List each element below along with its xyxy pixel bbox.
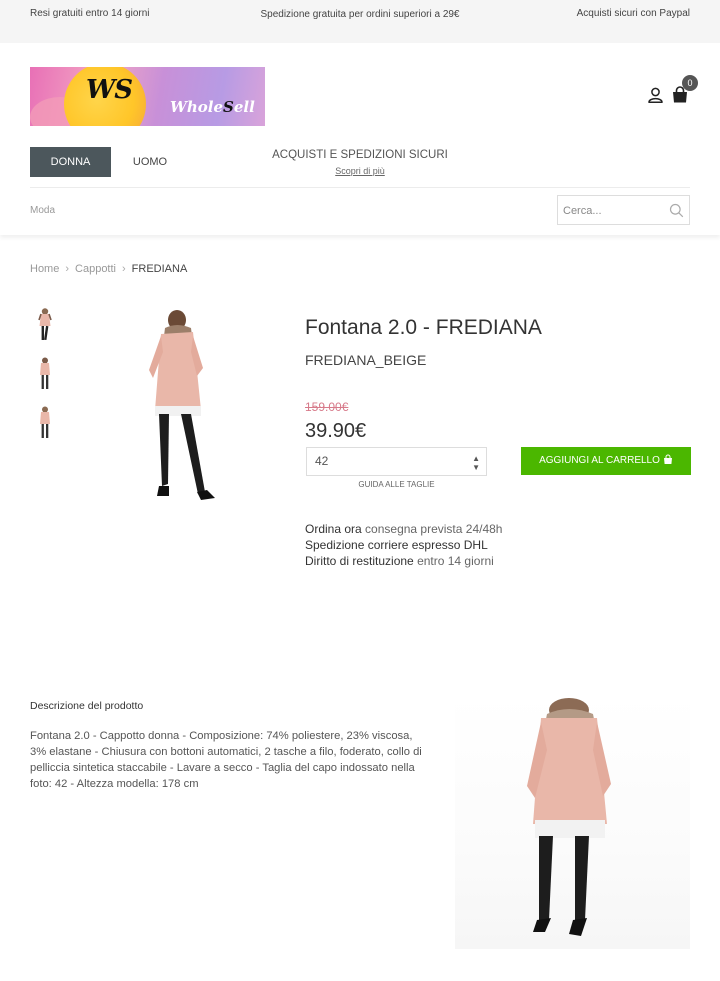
breadcrumb: Home › Cappotti › FREDIANA [30,263,187,275]
search-icon[interactable] [669,203,684,218]
breadcrumb-current: FREDIANA [131,263,188,275]
free-returns-text: Resi gratuiti entro 14 giorni [30,8,150,19]
chevron-right-icon: › [65,263,70,275]
size-select-value: 42 [315,454,329,468]
nav-tab-uomo[interactable]: UOMO [120,147,180,177]
user-icon[interactable] [648,87,663,103]
promo-title: ACQUISTI E SPEDIZIONI SICURI [272,149,448,161]
secure-paypal-text: Acquisti sicuri con Paypal [576,8,690,19]
product-thumbnail-2[interactable] [34,356,56,392]
delivery-estimate: consegna prevista 24/48h [365,522,503,536]
chevron-right-icon: › [122,263,126,275]
return-right-label: Diritto di restituzione [305,554,414,568]
cart-count-badge: 0 [682,75,698,91]
size-select[interactable]: 42 ▲ ▼ [306,447,487,476]
add-to-cart-button[interactable]: AGGIUNGI AL CARRELLO [521,447,691,475]
breadcrumb-home[interactable]: Home [30,263,59,275]
shipping-info: Ordina ora consegna prevista 24/48h Sped… [305,521,502,569]
logo-mark: WS [86,75,133,105]
search-box [557,195,690,225]
product-thumbnail-1[interactable] [34,307,56,343]
top-info-bar: Resi gratuiti entro 14 giorni Spedizione… [0,0,720,43]
description-body: Fontana 2.0 - Cappotto donna - Composizi… [30,730,422,790]
shopping-bag-icon [663,454,672,464]
search-input[interactable] [563,202,663,219]
product-back-photo [527,698,611,936]
product-main-image[interactable] [135,306,225,504]
add-to-cart-label: AGGIUNGI AL CARRELLO [539,455,660,466]
free-shipping-text: Spedizione gratuita per ordini superiori… [260,9,460,20]
header-divider [30,187,690,188]
select-arrows-icon: ▲ ▼ [472,454,480,472]
product-title: Fontana 2.0 - FREDIANA [305,316,542,339]
current-price: 39.90€ [305,420,367,442]
logo-wordmark: WholeSell [170,98,255,116]
order-now-label: Ordina ora [305,522,362,536]
courier-info: Spedizione corriere espresso DHL [305,538,488,552]
old-price: 159.00€ [305,400,349,414]
site-header: WS WholeSell 0 DONNA UOMO ACQUISTI E SPE… [0,43,720,235]
category-moda-link[interactable]: Moda [30,205,55,216]
description-title: Descrizione del prodotto [30,700,144,712]
product-back-image [455,694,690,949]
breadcrumb-category[interactable]: Cappotti [75,263,116,275]
product-code: FREDIANA_BEIGE [305,352,427,368]
site-logo[interactable]: WS WholeSell [30,67,265,126]
promo-learn-more-link[interactable]: Scopri di più [250,166,470,176]
nav-tab-donna[interactable]: DONNA [30,147,111,177]
size-guide-link[interactable]: GUIDA ALLE TAGLIE [306,480,487,489]
product-thumbnail-3[interactable] [34,405,56,441]
return-period: entro 14 giorni [417,554,494,568]
